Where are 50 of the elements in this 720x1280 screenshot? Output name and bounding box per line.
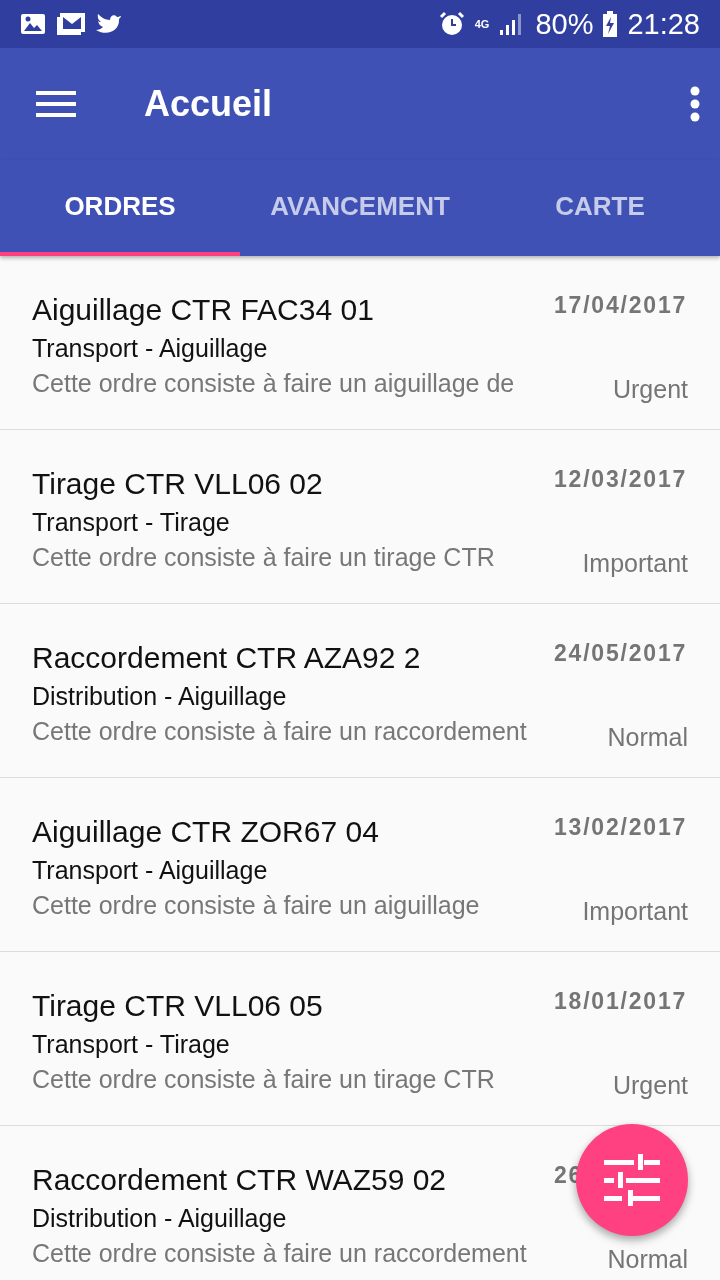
order-date: 17/04/2017 (554, 292, 688, 319)
order-category: Transport - Tirage (32, 507, 231, 538)
order-title: Aiguillage CTR FAC34 01 (32, 292, 375, 328)
order-priority: Important (582, 549, 688, 577)
bird-icon (96, 13, 122, 35)
order-description: Cette ordre consiste à faire un aiguillage de (32, 368, 515, 399)
network-type: 4G (474, 18, 490, 30)
filter-button[interactable] (576, 1124, 688, 1236)
battery-charging-icon (603, 11, 618, 37)
order-date: 13/02/2017 (554, 814, 688, 841)
mail-icon (56, 12, 86, 36)
image-icon (20, 13, 46, 35)
order-category: Distribution - Aiguillage (32, 681, 288, 712)
order-description: Cette ordre consiste à faire un tirage CTR (32, 1064, 495, 1095)
order-date: 24/05/2017 (554, 640, 688, 667)
battery-percent: 80% (535, 7, 594, 41)
order-title: Tirage CTR VLL06 05 (32, 988, 324, 1024)
tab[interactable]: AVANCEMENT (240, 160, 480, 256)
order-row[interactable]: Tirage CTR VLL06 05 Transport - Tirage Cette ordre consiste à faire un tirage CTR 18/01/2017 Urgent (0, 952, 720, 1126)
order-description: Cette ordre consiste à faire un raccordement (32, 716, 527, 747)
order-row[interactable]: Tirage CTR VLL06 02 Transport - Tirage Cette ordre consiste à faire un tirage CTR 12/03/2017 Important (0, 430, 720, 604)
order-title: Aiguillage CTR ZOR67 04 (32, 814, 380, 850)
order-category: Transport - Aiguillage (32, 855, 269, 886)
more-options-icon[interactable] (690, 86, 700, 122)
order-priority: Normal (607, 1245, 688, 1273)
order-date: 12/03/2017 (554, 466, 688, 493)
sliders-icon (604, 1154, 660, 1206)
clock-time: 21:28 (627, 7, 700, 41)
order-title: Raccordement CTR WAZ59 02 (32, 1162, 448, 1198)
order-category: Distribution - Aiguillage (32, 1203, 288, 1234)
order-row[interactable]: Aiguillage CTR FAC34 01 Transport - Aiguillage Cette ordre consiste à faire un aiguillage de 17/04/2017 Urgent (0, 256, 720, 430)
alarm-clock-icon (438, 11, 465, 37)
order-title: Raccordement CTR AZA92 2 (32, 640, 422, 676)
order-priority: Urgent (612, 375, 688, 403)
menu-icon[interactable] (36, 89, 76, 119)
order-description: Cette ordre consiste à faire un tirage CTR (32, 542, 495, 573)
order-description: Cette ordre consiste à faire un aiguillage (32, 890, 480, 921)
screen-title: Accueil (144, 83, 274, 125)
order-priority: Normal (607, 723, 688, 751)
tab[interactable]: CARTE (480, 160, 720, 256)
order-date: 18/01/2017 (554, 988, 688, 1015)
tab[interactable]: ORDRES (0, 160, 240, 256)
order-category: Transport - Aiguillage (32, 333, 269, 364)
order-row[interactable]: Aiguillage CTR ZOR67 04 Transport - Aiguillage Cette ordre consiste à faire un aiguillage 13/02/2017 Important (0, 778, 720, 952)
order-description: Cette ordre consiste à faire un raccordement (32, 1238, 527, 1269)
order-row[interactable]: Raccordement CTR AZA92 2 Distribution - Aiguillage Cette ordre consiste à faire un raccordement 24/05/2017 Normal (0, 604, 720, 778)
order-priority: Important (582, 897, 688, 925)
order-category: Transport - Tirage (32, 1029, 231, 1060)
order-priority: Urgent (612, 1071, 688, 1099)
order-title: Tirage CTR VLL06 02 (32, 466, 324, 502)
